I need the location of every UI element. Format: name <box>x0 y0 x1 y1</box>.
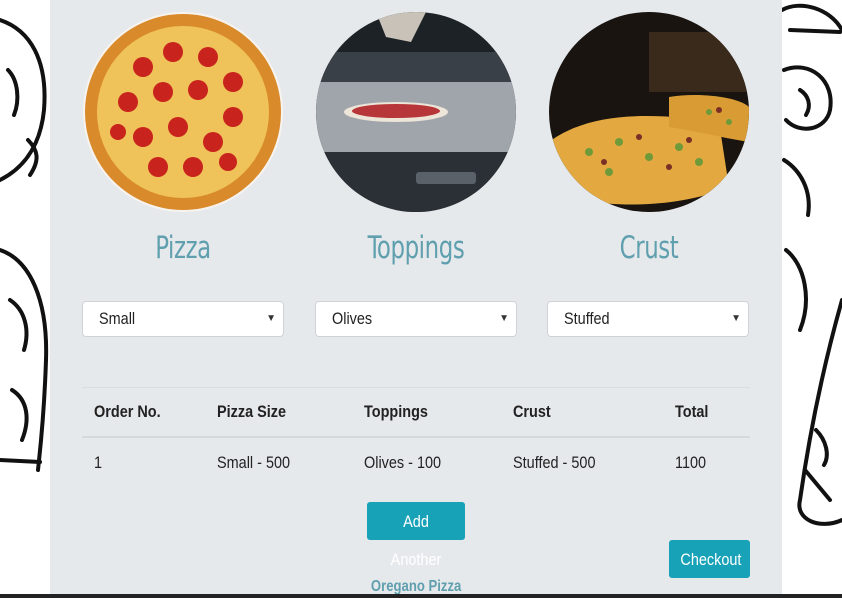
header-order-no: Order No. <box>94 402 161 421</box>
toppings-title: Toppings <box>367 230 465 266</box>
crust-title: Crust <box>619 230 679 266</box>
add-another-label: Add Another <box>390 512 442 569</box>
caret-down-icon: ▼ <box>266 313 276 324</box>
checkout-button[interactable]: Checkout <box>669 540 750 578</box>
header-toppings: Toppings <box>364 402 428 421</box>
crust-select[interactable]: Stuffed ▼ <box>547 301 749 337</box>
pizza-column: Pizza <box>82 12 284 266</box>
crust-cell: Stuffed - 500 <box>513 453 596 472</box>
toppings-select[interactable]: Olives ▼ <box>315 301 517 337</box>
order-no-cell: 1 <box>94 453 103 472</box>
pepperoni-pizza-photo <box>83 12 283 212</box>
pizza-size-cell: Small - 500 <box>217 453 291 472</box>
checkout-label: Checkout <box>680 550 742 569</box>
toppings-column: Toppings <box>315 12 517 266</box>
table-header-row: Order No. Pizza Size Toppings Crust Tota… <box>82 388 750 438</box>
caret-down-icon: ▼ <box>499 313 509 324</box>
total-cell: 1100 <box>675 453 707 472</box>
bottom-divider <box>0 594 842 598</box>
caret-down-icon: ▼ <box>731 313 741 324</box>
header-crust: Crust <box>513 402 551 421</box>
table-row: 1 Small - 500 Olives - 100 Stuffed - 500… <box>82 438 750 487</box>
header-pizza-size: Pizza Size <box>217 402 287 421</box>
toppings-selected-value: Olives <box>332 309 373 328</box>
pizza-oven-photo <box>316 12 516 212</box>
pizza-title: Pizza <box>155 230 211 266</box>
toppings-cell: Olives - 100 <box>364 453 442 472</box>
pizza-size-selected-value: Small <box>99 309 136 328</box>
pizza-size-select[interactable]: Small ▼ <box>82 301 284 337</box>
veggie-pizza-photo <box>549 12 749 212</box>
header-total: Total <box>675 402 709 421</box>
crust-column: Crust <box>548 12 750 266</box>
add-another-button[interactable]: Add Another <box>367 502 465 569</box>
crust-selected-value: Stuffed <box>564 309 610 328</box>
main-panel: Pizza Toppings Crust Small ▼ Olives ▼ St… <box>50 0 782 598</box>
order-table: Order No. Pizza Size Toppings Crust Tota… <box>82 387 750 487</box>
